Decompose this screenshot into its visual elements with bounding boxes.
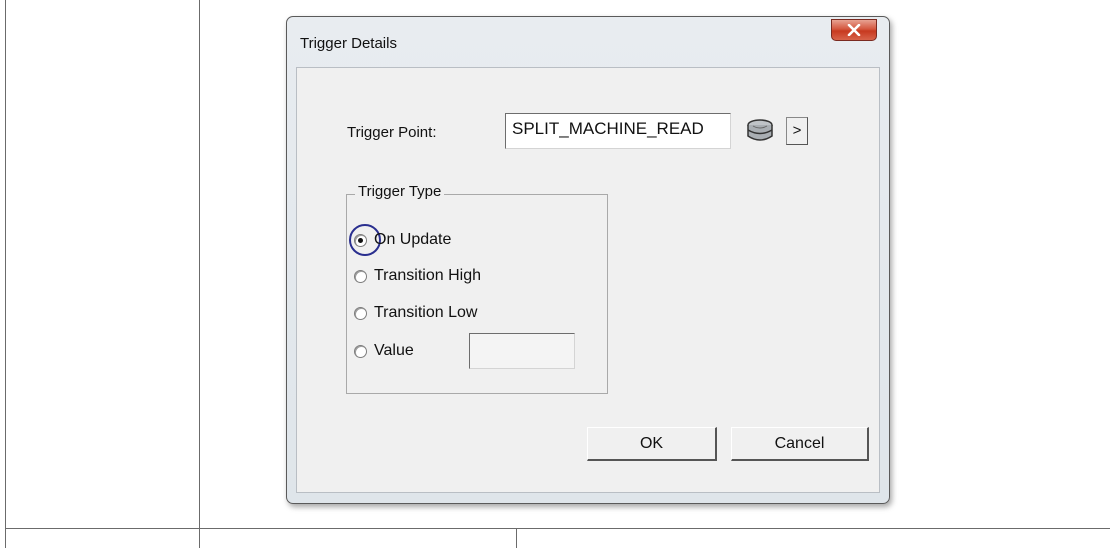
trigger-type-legend: Trigger Type [355,183,445,200]
table-column-divider [199,0,200,548]
radio-on-update[interactable]: On Update [354,228,451,252]
radio-transition-high[interactable]: Transition High [354,264,481,288]
radio-transition-low[interactable]: Transition Low [354,301,477,325]
table-border-left [5,0,6,548]
radio-label: Transition Low [374,304,478,321]
value-input[interactable] [469,333,575,369]
trigger-details-dialog: Trigger Details Trigger Point: SPLIT_MAC… [286,16,890,504]
database-browse-icon [747,119,773,141]
expand-button[interactable]: > [786,117,808,145]
radio-button[interactable] [354,306,367,320]
close-button[interactable] [831,19,877,41]
trigger-point-label: Trigger Point: [347,124,437,141]
dialog-title: Trigger Details [300,35,397,52]
radio-value[interactable]: Value [354,339,414,363]
ok-button[interactable]: OK [587,427,717,461]
close-icon [847,24,861,36]
radio-label: Value [374,342,414,359]
table-cell-divider [516,528,517,548]
radio-label: On Update [374,231,452,248]
radio-label: Transition High [374,267,482,284]
trigger-point-input[interactable]: SPLIT_MACHINE_READ [505,113,731,149]
table-row-divider [5,528,1110,529]
radio-button[interactable] [354,233,367,247]
cancel-button[interactable]: Cancel [731,427,869,461]
browse-button[interactable] [745,116,775,146]
dialog-client-area: Trigger Point: SPLIT_MACHINE_READ > Trig… [296,67,880,493]
radio-button[interactable] [354,269,367,283]
radio-button[interactable] [354,344,367,358]
